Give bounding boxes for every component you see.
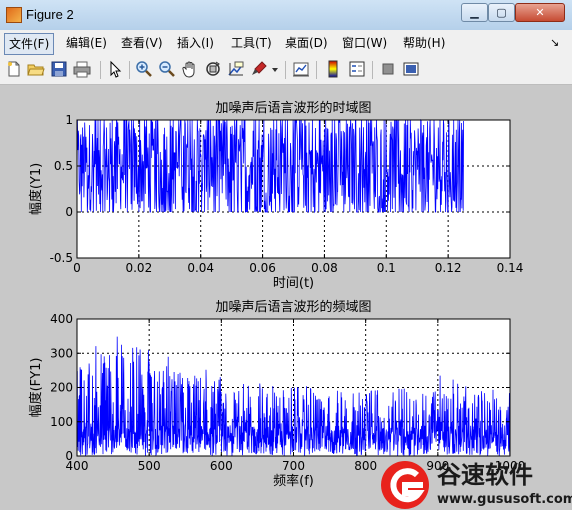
pan-hand-icon[interactable]	[181, 60, 199, 78]
y-tick-label: 0.5	[54, 159, 73, 173]
open-file-icon[interactable]	[27, 60, 45, 78]
show-plot-tools-icon[interactable]	[402, 60, 420, 78]
x-tick-label: 500	[138, 459, 161, 473]
edit-plot-pointer-icon[interactable]	[106, 60, 124, 78]
x-tick-label: 0.08	[311, 261, 338, 275]
watermark-url: www.gususoft.com	[437, 492, 572, 507]
y-axis-label-time: 幅度(Y1)	[28, 163, 44, 215]
insert-colorbar-icon[interactable]	[324, 60, 342, 78]
x-tick-label: 0.02	[125, 261, 152, 275]
menu-bar: 文件(F) 编辑(E) 查看(V) 插入(I) 工具(T) 桌面(D) 窗口(W…	[0, 30, 572, 57]
toolbar-separator	[129, 61, 130, 79]
new-figure-icon[interactable]	[5, 60, 23, 78]
plot-title-freq: 加噪声后语言波形的频域图	[215, 299, 371, 315]
gususoft-logo-icon	[381, 461, 429, 509]
plot-time: 0 0.02 0.04 0.06 0.08 0.1 0.12 0.14-0.500.51加噪声…	[28, 100, 523, 291]
dropdown-arrow-icon[interactable]	[270, 60, 280, 78]
matlab-icon	[6, 7, 22, 23]
minimize-icon: ▁	[470, 6, 479, 19]
x-tick-label: 0.04	[187, 261, 214, 275]
x-tick-label: 0.12	[435, 261, 462, 275]
menu-help[interactable]: 帮助(H)	[399, 33, 449, 53]
x-axis-label-freq: 频率(f)	[273, 473, 314, 489]
menu-tools[interactable]: 工具(T)	[227, 33, 276, 53]
x-tick-label: 0	[73, 261, 81, 275]
y-tick-label: 0	[65, 449, 73, 463]
print-icon[interactable]	[73, 60, 91, 78]
zoom-out-icon[interactable]	[158, 60, 176, 78]
minimize-button[interactable]: ▁	[461, 3, 488, 22]
menu-dock-arrow-icon[interactable]: ↘	[546, 33, 563, 53]
plot-title-time: 加噪声后语言波形的时域图	[215, 100, 371, 116]
close-icon: ✕	[535, 6, 545, 19]
x-tick-label: 600	[210, 459, 233, 473]
toolbar-separator	[285, 61, 286, 79]
x-tick-label: 0.06	[249, 261, 276, 275]
link-plot-icon[interactable]	[292, 60, 310, 78]
figure-canvas: 0 0.02 0.04 0.06 0.08 0.1 0.12 0.14-0.500.51加噪声…	[28, 100, 525, 489]
y-tick-label: -0.5	[50, 251, 73, 265]
y-axis-label-freq: 幅度(FY1)	[28, 358, 44, 418]
menu-insert[interactable]: 插入(I)	[173, 33, 218, 53]
toolbar-separator	[372, 61, 373, 79]
data-cursor-icon[interactable]	[227, 60, 245, 78]
x-tick-label: 0.1	[377, 261, 396, 275]
y-tick-label: 400	[50, 312, 73, 326]
x-tick-label: 0.14	[497, 261, 524, 275]
x-axis-label-time: 时间(t)	[273, 276, 314, 291]
maximize-button[interactable]: ▢	[488, 3, 515, 22]
toolbar-separator	[100, 61, 101, 79]
menu-window[interactable]: 窗口(W)	[338, 33, 391, 53]
menu-view[interactable]: 查看(V)	[117, 33, 167, 53]
menu-file[interactable]: 文件(F)	[4, 33, 55, 55]
rotate-3d-icon[interactable]	[204, 60, 222, 78]
watermark: 谷速软件 www.gususoft.com	[381, 461, 572, 509]
figure-toolbar	[0, 56, 572, 85]
y-tick-label: 300	[50, 346, 73, 360]
close-button[interactable]: ✕	[515, 3, 565, 22]
watermark-brand: 谷速软件	[437, 461, 533, 489]
y-tick-label: 200	[50, 381, 73, 395]
y-tick-label: 1	[65, 113, 73, 127]
maximize-icon: ▢	[496, 6, 507, 19]
window-title: Figure 2	[26, 7, 74, 22]
y-tick-label: 100	[50, 415, 73, 429]
brush-icon[interactable]	[250, 60, 268, 78]
menu-edit[interactable]: 编辑(E)	[62, 33, 111, 53]
zoom-in-icon[interactable]	[135, 60, 153, 78]
hide-plot-tools-icon[interactable]	[379, 60, 397, 78]
x-tick-label: 800	[354, 459, 377, 473]
insert-legend-icon[interactable]	[348, 60, 366, 78]
toolbar-separator	[316, 61, 317, 79]
y-tick-label: 0	[65, 205, 73, 219]
figure-window: Figure 2 ▁ ▢ ✕ 文件(F) 编辑(E) 查看(V) 插入(I) 工…	[0, 0, 572, 510]
title-bar: Figure 2 ▁ ▢ ✕	[0, 0, 572, 31]
save-icon[interactable]	[50, 60, 68, 78]
menu-desktop[interactable]: 桌面(D)	[281, 33, 332, 53]
x-tick-label: 700	[282, 459, 305, 473]
